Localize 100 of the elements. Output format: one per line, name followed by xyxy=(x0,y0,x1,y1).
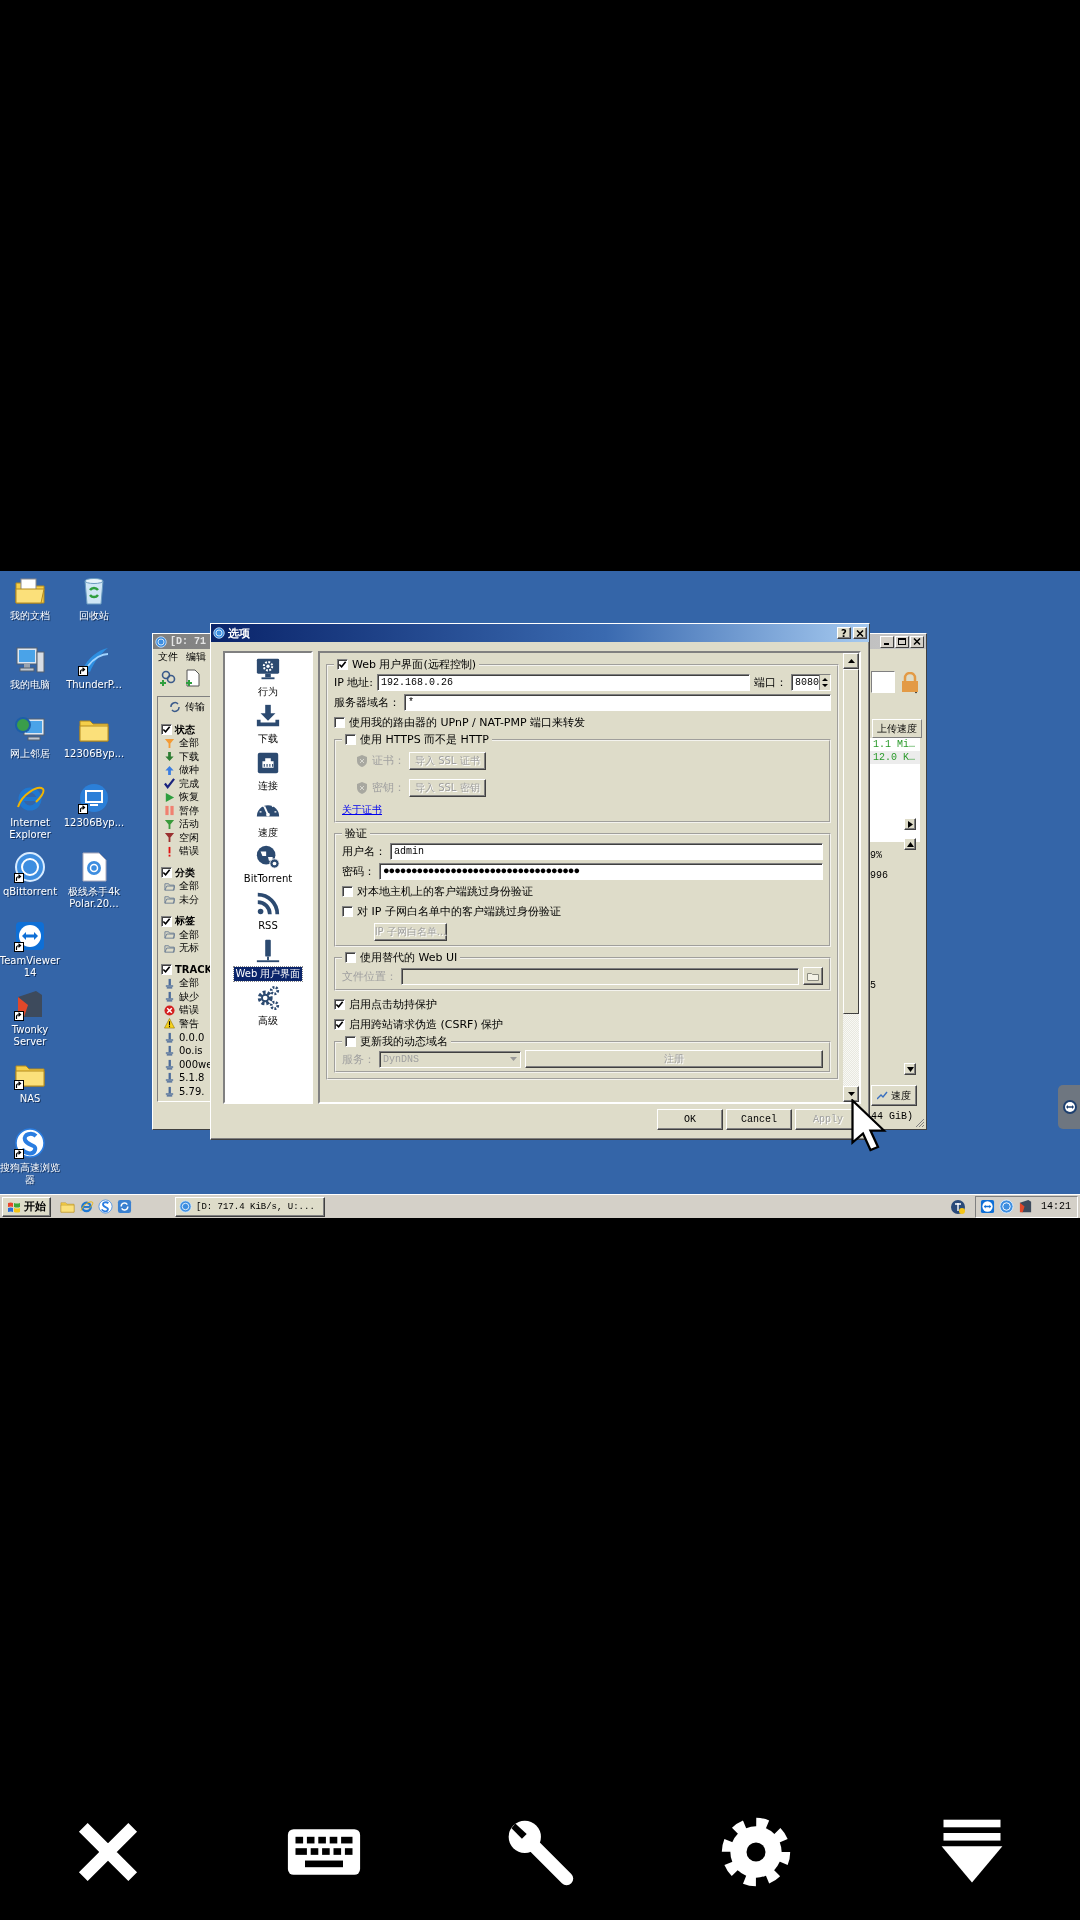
sync-icon[interactable] xyxy=(117,1199,132,1214)
checkbox-label: 对 IP 子网白名单中的客户端跳过身份验证 xyxy=(357,903,561,919)
filter-item[interactable]: 警告 xyxy=(179,1016,199,1031)
username-field[interactable]: admin xyxy=(390,842,823,860)
filter-item[interactable]: 全部 xyxy=(179,927,199,942)
checkbox[interactable] xyxy=(345,734,356,745)
category-item[interactable]: 速度 xyxy=(256,826,280,840)
section-title: 标签 xyxy=(175,914,195,929)
minimize-button[interactable] xyxy=(880,635,894,648)
ip-address-field[interactable]: 192.168.0.26 xyxy=(377,673,750,691)
menu-item[interactable]: 文件 xyxy=(158,649,178,664)
filter-item[interactable]: 空闲 xyxy=(179,830,199,845)
filter-item[interactable]: 0.0.0 xyxy=(179,1031,205,1043)
chain-plus-icon[interactable] xyxy=(159,669,177,687)
category-item[interactable]: 高级 xyxy=(256,1014,280,1028)
category-item[interactable]: BitTorrent xyxy=(241,873,295,884)
scroll-up-button[interactable] xyxy=(904,838,916,850)
computer-icon[interactable] xyxy=(14,644,46,676)
checkbox[interactable] xyxy=(345,952,356,963)
checkbox[interactable] xyxy=(161,867,172,879)
checkbox[interactable] xyxy=(161,964,172,976)
category-item[interactable]: 行为 xyxy=(256,685,280,699)
scroll-right-button[interactable] xyxy=(904,818,916,830)
category-item[interactable]: 连接 xyxy=(256,779,280,793)
checkbox[interactable] xyxy=(342,885,353,897)
checkbox[interactable] xyxy=(345,1036,356,1047)
file-plus-icon[interactable] xyxy=(185,669,201,687)
checkbox[interactable] xyxy=(337,659,348,670)
port-spinbox[interactable]: 8080 xyxy=(791,673,831,691)
maximize-button[interactable] xyxy=(895,635,909,648)
checkbox[interactable] xyxy=(334,1018,345,1030)
browser-icon[interactable] xyxy=(79,1199,94,1214)
field-label: 密码： xyxy=(342,863,375,879)
file-location-field[interactable] xyxy=(401,967,799,985)
filter-item[interactable]: 5.79. xyxy=(179,1085,205,1097)
maximize-icon xyxy=(898,638,906,645)
document-folder-icon[interactable] xyxy=(14,575,46,607)
desktop-icon-label: NAS xyxy=(19,1093,41,1105)
filter-item[interactable]: 错误 xyxy=(179,844,199,859)
scrollbar[interactable] xyxy=(843,653,859,1102)
scroll-down-button[interactable] xyxy=(843,1086,859,1102)
filter-item[interactable]: 恢复 xyxy=(179,790,199,805)
speed-tab[interactable]: 速度 xyxy=(871,1085,917,1106)
window-title: [D: 71 xyxy=(170,636,206,647)
monitor-icon[interactable] xyxy=(78,782,110,814)
checkbox[interactable] xyxy=(161,724,172,736)
column-header[interactable]: 上传速度 xyxy=(872,719,922,738)
dialog-button[interactable]: OK xyxy=(657,1109,723,1130)
filter-item[interactable]: 完成 xyxy=(179,776,199,791)
app-icon[interactable] xyxy=(1018,1199,1033,1214)
field-label: 用户名： xyxy=(342,843,386,859)
resize-grip-icon[interactable] xyxy=(915,1118,925,1128)
desktop-icon-label: Twonky Server xyxy=(10,1024,50,1048)
flag-icon xyxy=(7,1200,21,1213)
filter-item[interactable]: 全部 xyxy=(179,976,199,991)
filter-item[interactable]: 做种 xyxy=(179,763,199,778)
close-button[interactable] xyxy=(853,627,867,639)
start-button[interactable]: 开始 xyxy=(2,1196,51,1217)
filter-item[interactable]: 全部 xyxy=(179,736,199,751)
menu-item[interactable]: 编辑 xyxy=(186,649,206,664)
close-button[interactable] xyxy=(910,635,924,648)
category-item[interactable]: 下载 xyxy=(256,732,280,746)
panel-tab[interactable]: 传输 xyxy=(185,700,205,714)
transfer-icon xyxy=(169,701,181,713)
category-item[interactable]: RSS xyxy=(256,920,280,931)
checkbox[interactable] xyxy=(342,905,353,917)
checkbox[interactable] xyxy=(161,915,172,927)
search-field[interactable] xyxy=(871,671,895,693)
taskbar-window-button[interactable]: [D: 717.4 KiB/s, U:... xyxy=(175,1196,325,1217)
close-icon xyxy=(856,629,864,637)
help-button[interactable]: ? xyxy=(837,627,851,639)
side-panel-tab[interactable] xyxy=(1058,1085,1080,1129)
filter-item[interactable]: 5.1.8 xyxy=(179,1072,205,1084)
filter-item[interactable]: 0o.is xyxy=(179,1045,203,1057)
up-arrow-icon xyxy=(164,764,175,776)
scroll-up-button[interactable] xyxy=(843,653,859,669)
detail-value: 996 xyxy=(870,870,888,881)
filter-item[interactable]: 活动 xyxy=(179,817,199,832)
checkbox[interactable] xyxy=(334,716,345,728)
ring-logo-icon xyxy=(179,1200,192,1213)
filter-item[interactable]: 无标 xyxy=(179,941,199,956)
field-label: 服务器域名： xyxy=(334,694,400,710)
password-field[interactable]: ●●●●●●●●●●●●●●●●●●●●●●●●●●●●●●●●●●● xyxy=(379,862,823,880)
certificate-link[interactable]: 关于证书 xyxy=(342,803,382,817)
filter-item[interactable]: 全部 xyxy=(179,879,199,894)
close-icon xyxy=(913,638,921,645)
browse-button[interactable] xyxy=(803,967,823,985)
filter-item[interactable]: 暂停 xyxy=(179,803,199,818)
filter-item[interactable]: 下载 xyxy=(179,749,199,764)
filter-item[interactable]: 未分 xyxy=(179,892,199,907)
funnel-icon xyxy=(164,818,175,830)
domain-field[interactable]: * xyxy=(404,693,831,711)
scroll-thumb[interactable] xyxy=(843,669,859,1014)
category-item[interactable]: Web 用户界面 xyxy=(233,967,303,981)
input-method-icon[interactable] xyxy=(950,1198,966,1215)
filter-item[interactable]: 错误 xyxy=(179,1003,199,1018)
checkbox[interactable] xyxy=(334,998,345,1010)
scroll-down-button[interactable] xyxy=(904,1063,916,1075)
filter-item[interactable]: 缺少 xyxy=(179,989,199,1004)
dialog-button[interactable]: Cancel xyxy=(726,1109,792,1130)
